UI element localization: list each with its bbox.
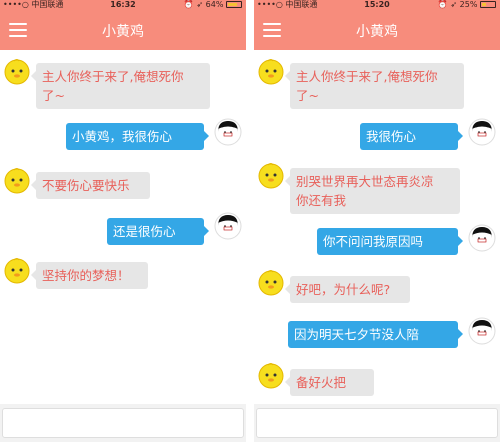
location-icon: ➶	[450, 0, 458, 9]
message-input[interactable]	[2, 408, 244, 438]
left-phone-screen: ••••○ 中国联通 16:32 ⏰ ➶ 64% 小黄鸡 主人你终于来了,俺想死…	[0, 0, 246, 442]
battery-icon	[226, 1, 242, 8]
nav-bar: 小黄鸡	[0, 10, 246, 50]
battery-percent: 25%	[459, 0, 478, 9]
status-bar: ••••○ 中国联通 15:20 ⏰ ➶ 25%	[254, 0, 500, 10]
location-icon: ➶	[196, 0, 204, 9]
screen-divider	[246, 0, 254, 442]
user-message: 我很伤心	[360, 123, 463, 150]
bot-message: 别哭世界再大世态再炎凉 你还有我	[285, 168, 460, 214]
battery-fill	[482, 3, 486, 6]
chat-area[interactable]: 主人你终于来了,俺想死你 了~ 小黄鸡，我很伤心 不要伤心要快乐 还是很伤心 坚…	[0, 50, 246, 404]
page-title: 小黄鸡	[102, 24, 144, 40]
message-input[interactable]	[256, 408, 498, 438]
battery-percent: 64%	[205, 0, 224, 9]
status-right: ⏰ ➶ 64%	[184, 0, 242, 10]
user-message: 你不问问我原因吗	[317, 228, 463, 255]
bot-avatar	[257, 162, 285, 190]
user-avatar	[468, 118, 496, 146]
bot-message: 主人你终于来了,俺想死你 了~	[285, 63, 464, 109]
status-right: ⏰ ➶ 25%	[438, 0, 496, 10]
user-avatar	[468, 224, 496, 252]
user-avatar	[468, 317, 496, 345]
bot-avatar	[3, 257, 31, 285]
alarm-icon: ⏰	[437, 0, 448, 9]
battery-fill	[228, 3, 237, 6]
bot-message: 坚持你的梦想！	[31, 262, 148, 289]
bot-message: 主人你终于来了,俺想死你 了~	[31, 63, 210, 109]
bot-message: 不要伤心要快乐	[31, 172, 150, 199]
user-message: 还是很伤心	[107, 218, 209, 245]
input-bar	[254, 404, 500, 442]
chat-area[interactable]: 主人你终于来了,俺想死你 了~ 我很伤心 别哭世界再大世态再炎凉 你还有我 你不…	[254, 50, 500, 404]
battery-icon	[480, 1, 496, 8]
status-bar: ••••○ 中国联通 16:32 ⏰ ➶ 64%	[0, 0, 246, 10]
input-bar	[0, 404, 246, 442]
bot-message: 备好火把	[285, 369, 374, 396]
user-message: 小黄鸡，我很伤心	[66, 123, 209, 150]
bot-avatar	[3, 58, 31, 86]
user-message: 因为明天七夕节没人陪	[288, 321, 463, 348]
nav-bar: 小黄鸡	[254, 10, 500, 50]
alarm-icon: ⏰	[183, 0, 194, 9]
right-phone-screen: ••••○ 中国联通 15:20 ⏰ ➶ 25% 小黄鸡 主人你终于来了,俺想死…	[254, 0, 500, 442]
bot-avatar	[257, 362, 285, 390]
bot-message: 好吧，为什么呢?	[285, 276, 410, 303]
user-avatar	[214, 118, 242, 146]
bot-avatar	[257, 269, 285, 297]
bot-avatar	[3, 167, 31, 195]
user-avatar	[214, 212, 242, 240]
page-title: 小黄鸡	[356, 24, 398, 40]
bot-avatar	[257, 58, 285, 86]
